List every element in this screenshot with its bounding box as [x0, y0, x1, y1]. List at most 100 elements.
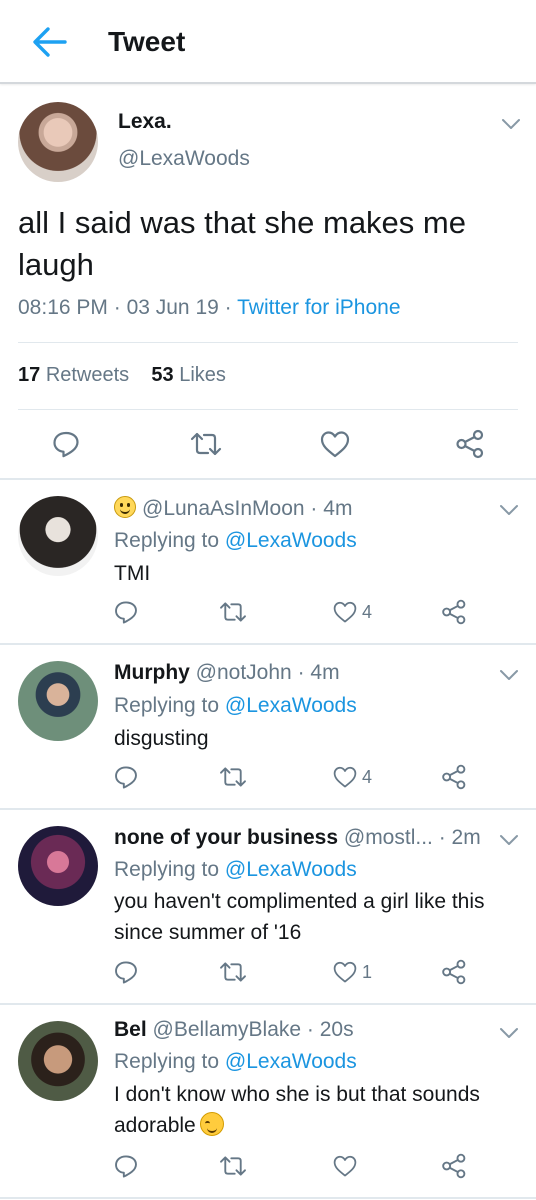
retweet-button[interactable]: [218, 1151, 248, 1181]
reply-icon: [115, 766, 137, 789]
meta-dot: ·: [304, 497, 324, 520]
retweet-icon: [190, 432, 222, 456]
reply-header: none of your business @mostl... · 2m: [114, 826, 481, 850]
top-bar: Tweet: [0, 0, 536, 84]
meta-dot: ·: [224, 296, 238, 319]
replying-to: Replying to @LexaWoods: [114, 694, 357, 718]
share-icon: [442, 764, 466, 790]
reply-button[interactable]: [113, 957, 139, 987]
replying-to-link[interactable]: @LexaWoods: [225, 694, 357, 717]
reply-text: disgusting: [114, 727, 209, 750]
page-title: Tweet: [108, 26, 186, 57]
likes-stat[interactable]: 53 Likes: [151, 364, 226, 386]
reply-handle[interactable]: @notJohn: [196, 661, 292, 684]
author-handle[interactable]: @LexaWoods: [118, 147, 250, 171]
reply-age: 4m: [323, 497, 353, 520]
reply-handle[interactable]: @BellamyBlake: [153, 1018, 302, 1041]
reply-menu-button[interactable]: [497, 1021, 521, 1045]
retweet-button[interactable]: [186, 424, 226, 464]
like-icon: [333, 766, 357, 788]
blush-emoji: [199, 1112, 224, 1136]
share-button[interactable]: [441, 1151, 467, 1181]
reply-item[interactable]: none of your business @mostl... · 2m Rep…: [0, 810, 536, 1002]
reply-handle[interactable]: @mostl...: [344, 826, 433, 849]
reply-button[interactable]: [113, 762, 139, 792]
reply-name[interactable]: Murphy: [114, 661, 190, 684]
reply-menu-button[interactable]: [497, 828, 521, 852]
reply-age: 4m: [310, 661, 340, 684]
main-tweet: Lexa. @LexaWoods all I said was that she…: [0, 86, 536, 484]
replying-to-link[interactable]: @LexaWoods: [225, 858, 357, 881]
divider: [18, 409, 518, 410]
like-icon: [320, 431, 350, 458]
likes-label: Likes: [179, 364, 226, 386]
reply-item[interactable]: Bel @BellamyBlake · 20s Replying to @Lex…: [0, 1005, 536, 1200]
tweet-actions: [0, 424, 536, 468]
author-name[interactable]: Lexa.: [118, 110, 172, 134]
reply-item[interactable]: @LunaAsInMoon · 4m Replying to @LexaWood…: [0, 480, 536, 642]
chevron-down-icon: [500, 1028, 518, 1038]
reply-age: 2m: [451, 826, 481, 849]
replying-to: Replying to @LexaWoods: [114, 858, 357, 882]
avatar[interactable]: [18, 102, 98, 182]
replying-to-link[interactable]: @LexaWoods: [225, 529, 357, 552]
reply-icon: [115, 961, 137, 984]
tweet-text: all I said was that she makes me laugh: [18, 205, 466, 282]
like-count: 1: [362, 961, 373, 982]
reply-actions: 4: [0, 762, 536, 792]
tweet-menu-button[interactable]: [499, 112, 523, 136]
retweets-label: Retweets: [45, 364, 130, 386]
like-button[interactable]: [332, 1151, 358, 1181]
reply-handle[interactable]: @LunaAsInMoon: [142, 497, 305, 520]
share-button[interactable]: [450, 424, 490, 464]
meta-dot: ·: [291, 661, 311, 684]
reply-item[interactable]: Murphy @notJohn · 4m Replying to @LexaWo…: [0, 645, 536, 807]
reply-actions: 4: [0, 597, 536, 627]
like-button[interactable]: [315, 424, 355, 464]
retweets-stat[interactable]: 17 Retweets: [18, 364, 129, 386]
like-button[interactable]: 4: [332, 762, 372, 792]
replying-prefix: Replying to: [114, 529, 220, 552]
avatar[interactable]: [18, 496, 98, 576]
avatar[interactable]: [18, 1021, 98, 1101]
avatar[interactable]: [18, 826, 98, 906]
retweet-button[interactable]: [218, 957, 248, 987]
like-button[interactable]: 1: [332, 957, 372, 987]
reply-button[interactable]: [113, 1151, 139, 1181]
back-button[interactable]: [28, 22, 70, 62]
replying-prefix: Replying to: [114, 694, 220, 717]
divider: [0, 1197, 536, 1199]
divider: [18, 342, 518, 343]
replying-to: Replying to @LexaWoods: [114, 529, 357, 553]
reply-menu-button[interactable]: [497, 663, 521, 687]
share-button[interactable]: [441, 957, 467, 987]
reply-icon: [115, 601, 137, 624]
reply-actions: [0, 1151, 536, 1181]
share-icon: [442, 959, 466, 985]
like-icon: [333, 961, 357, 983]
tweet-date: 03 Jun 19: [126, 296, 219, 319]
reply-name[interactable]: Bel: [114, 1018, 147, 1041]
reply-text: TMI: [114, 562, 151, 585]
replying-to: Replying to @LexaWoods: [114, 1050, 357, 1074]
retweet-button[interactable]: [218, 597, 248, 627]
share-icon: [442, 599, 466, 625]
share-button[interactable]: [441, 597, 467, 627]
replying-to-link[interactable]: @LexaWoods: [225, 1050, 357, 1073]
meta-dot: ·: [432, 826, 452, 849]
reply-button[interactable]: [46, 424, 86, 464]
like-icon: [333, 601, 357, 623]
like-button[interactable]: 4: [332, 597, 372, 627]
reply-name[interactable]: none of your business: [114, 826, 338, 849]
share-button[interactable]: [441, 762, 467, 792]
avatar[interactable]: [18, 661, 98, 741]
like-count: 4: [362, 601, 373, 622]
likes-count: 53: [151, 364, 174, 386]
tweet-source-link[interactable]: Twitter for iPhone: [237, 296, 400, 319]
replying-prefix: Replying to: [114, 1050, 220, 1073]
chevron-down-icon: [500, 505, 518, 515]
retweet-button[interactable]: [218, 762, 248, 792]
reply-button[interactable]: [113, 597, 139, 627]
reply-menu-button[interactable]: [497, 498, 521, 522]
retweet-icon: [220, 1156, 246, 1176]
